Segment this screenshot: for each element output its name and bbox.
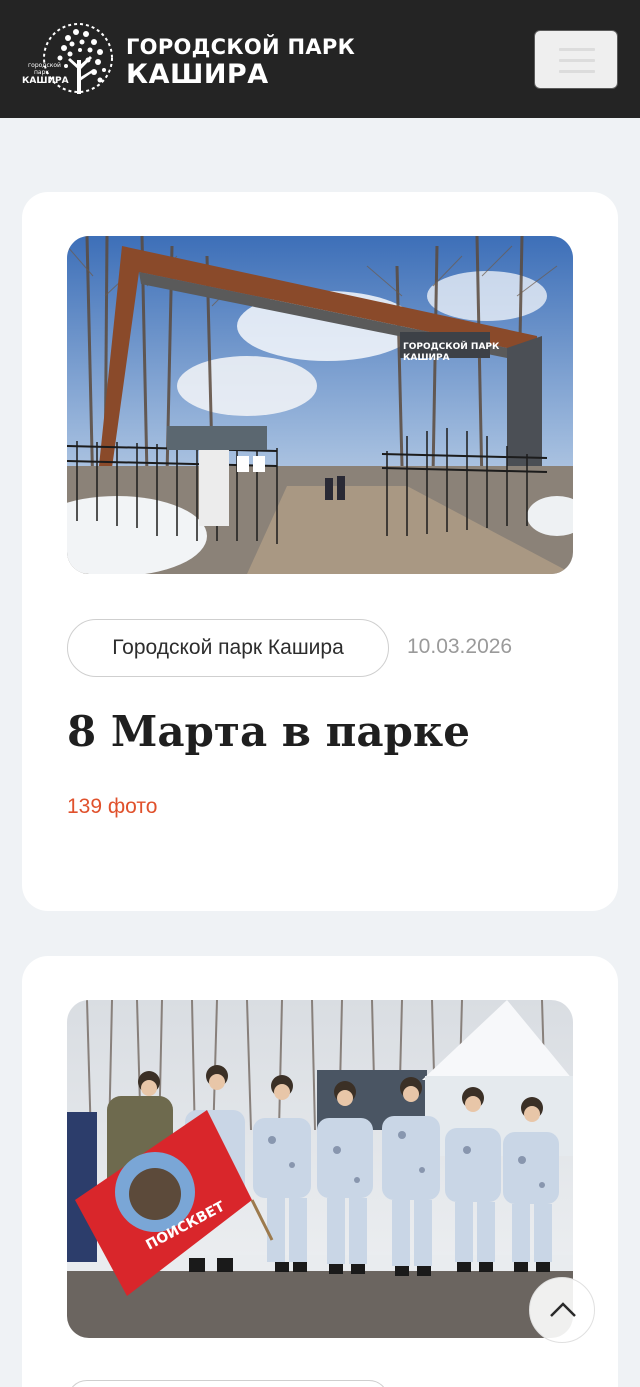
logo-title-line1: ГОРОДСКОЙ ПАРК <box>126 35 356 59</box>
album-title[interactable]: 8 Марта в парке <box>67 707 470 756</box>
album-photo-count: 139 фото <box>67 795 158 818</box>
menu-toggle-button[interactable] <box>534 30 618 89</box>
album-cover-photo[interactable]: ПОИСКВЕТ <box>67 1000 573 1338</box>
site-logo[interactable]: городской парк КАШИРА ГОРОДСКОЙ ПАРК КАШ… <box>20 20 360 100</box>
album-date: 10.03.2026 <box>407 635 513 658</box>
site-header: городской парк КАШИРА ГОРОДСКОЙ ПАРК КАШ… <box>0 0 640 118</box>
tree-logo-icon <box>43 23 113 94</box>
svg-text:ГОРОДСКОЙ ПАРК: ГОРОДСКОЙ ПАРК <box>403 340 500 352</box>
hamburger-icon <box>559 59 595 62</box>
logo-small-text: городской парк КАШИРА <box>22 62 69 87</box>
hamburger-icon <box>559 48 595 51</box>
album-cover-photo[interactable]: ГОРОДСКОЙ ПАРК КАШИРА <box>67 236 573 574</box>
album-card[interactable]: ПОИСКВЕТ <box>22 956 618 1387</box>
hamburger-icon <box>559 70 595 73</box>
logo-small-line: городской <box>28 62 61 69</box>
svg-text:КАШИРА: КАШИРА <box>403 353 450 363</box>
logo-title-line2: КАШИРА <box>126 59 269 90</box>
logo-small-line: КАШИРА <box>22 76 69 86</box>
album-category-tag[interactable] <box>67 1380 389 1387</box>
logo-small-line: парк <box>34 69 50 76</box>
album-category-tag[interactable]: Городской парк Кашира <box>67 619 389 677</box>
logo-title: ГОРОДСКОЙ ПАРК КАШИРА <box>126 34 355 90</box>
album-card[interactable]: ГОРОДСКОЙ ПАРК КАШИРА Городской парк Каш… <box>22 192 618 911</box>
scroll-to-top-button[interactable] <box>529 1277 595 1343</box>
chevron-up-icon <box>550 1302 576 1317</box>
